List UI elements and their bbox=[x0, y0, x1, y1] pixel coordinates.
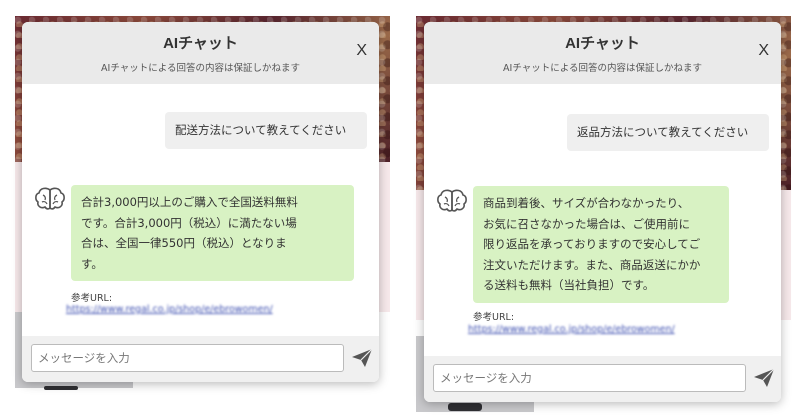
close-button[interactable]: X bbox=[758, 42, 769, 60]
bot-reply-line: 合は、全国一律550円（税込）となりま bbox=[81, 236, 287, 250]
bot-reply-line: です。合計3,000円（税込）に満たない場 bbox=[81, 215, 297, 230]
send-icon[interactable] bbox=[350, 347, 374, 369]
chat-title: AIチャット bbox=[565, 35, 640, 52]
brain-icon bbox=[35, 187, 65, 210]
chat-window-returns: AIチャット AIチャットによる回答の内容は保証しかねます X 返品方法について… bbox=[424, 22, 781, 402]
bot-reply-line: 商品到着後、サイズが合わなかったり、 bbox=[483, 196, 690, 210]
reference-link[interactable]: https://www.regal.co.jp/shop/e/ebrowomen… bbox=[468, 324, 675, 335]
bot-reply-line: る送料も無料（当社負担）です。 bbox=[483, 278, 655, 292]
reference-label: 参考URL: bbox=[71, 293, 113, 304]
chat-header: AIチャット AIチャットによる回答の内容は保証しかねます X bbox=[22, 22, 379, 84]
background-dark-right bbox=[448, 403, 482, 411]
chat-disclaimer: AIチャットによる回答の内容は保証しかねます bbox=[503, 63, 702, 74]
user-message: 配送方法について教えてください bbox=[165, 112, 367, 149]
message-input[interactable] bbox=[31, 344, 344, 372]
bot-reply-line: 合計3,000円以上のご購入で全国送料無料 bbox=[81, 195, 298, 209]
input-bar bbox=[22, 336, 379, 382]
bot-reply-line: 注文いただけます。また、商品返送にかか bbox=[483, 257, 701, 272]
send-icon[interactable] bbox=[752, 367, 776, 389]
input-bar bbox=[424, 356, 781, 402]
chat-disclaimer: AIチャットによる回答の内容は保証しかねます bbox=[101, 63, 300, 74]
reference-label: 参考URL: bbox=[473, 312, 515, 323]
bot-reply-line: 限り返品を承っておりますので安心してご bbox=[483, 237, 701, 251]
reference-link[interactable]: https://www.regal.co.jp/shop/e/ebrowomen… bbox=[66, 304, 273, 315]
chat-title: AIチャット bbox=[163, 35, 238, 52]
background-dark-left bbox=[44, 386, 78, 390]
chat-header: AIチャット AIチャットによる回答の内容は保証しかねます X bbox=[424, 22, 781, 84]
close-button[interactable]: X bbox=[356, 42, 367, 60]
user-message: 返品方法について教えてください bbox=[567, 114, 769, 151]
bot-reply: 商品到着後、サイズが合わなかったり、 お気に召さなかった場合は、ご使用前に 限り… bbox=[473, 186, 729, 303]
brain-icon bbox=[437, 189, 467, 212]
bot-reply: 合計3,000円以上のご購入で全国送料無料 です。合計3,000円（税込）に満た… bbox=[71, 185, 354, 281]
chat-window-shipping: AIチャット AIチャットによる回答の内容は保証しかねます X 配送方法について… bbox=[22, 22, 379, 382]
bot-reply-line: す。 bbox=[81, 256, 103, 271]
message-input[interactable] bbox=[433, 364, 746, 392]
bot-reply-line: お気に召さなかった場合は、ご使用前に bbox=[483, 216, 690, 231]
